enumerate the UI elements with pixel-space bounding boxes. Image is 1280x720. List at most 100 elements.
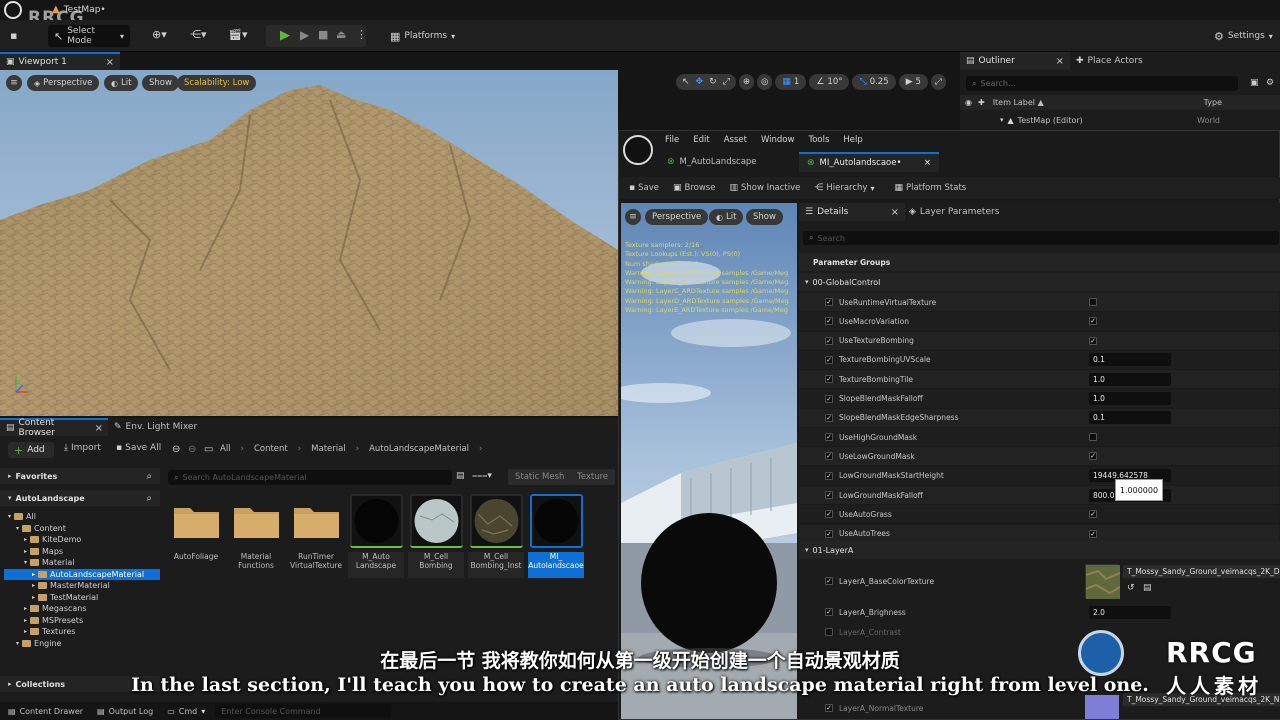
eject-icon[interactable]: ⏏ <box>336 28 346 41</box>
scalability-badge[interactable]: Scalability: Low <box>177 75 257 91</box>
maximize-icon[interactable]: ⤢ <box>930 74 946 90</box>
settings-icon[interactable]: ⚙ <box>1266 78 1274 88</box>
surface-snap-icon[interactable]: ◎ <box>756 74 773 90</box>
chevron-icon[interactable]: ▾ <box>8 513 11 520</box>
breadcrumb-item[interactable]: All <box>220 444 231 454</box>
material-preview-viewport[interactable]: ≡ Perspective ◐ Lit Show Texture sampler… <box>621 203 797 719</box>
breadcrumb-item[interactable]: Content <box>254 444 288 454</box>
browse-button[interactable]: ▣ Browse <box>673 183 715 193</box>
layer-a-brightness-input[interactable]: 2.0 <box>1089 605 1171 619</box>
stop-icon[interactable]: ■ <box>318 28 328 41</box>
parameter-bool-checkbox[interactable]: ✓ <box>1089 510 1097 519</box>
perspective-button[interactable]: ◈ Perspective <box>27 75 100 91</box>
folder-tree-item[interactable]: ▾ Material <box>4 557 160 569</box>
platform-stats-button[interactable]: ▦ Platform Stats <box>894 183 966 193</box>
unreal-logo-icon[interactable] <box>623 135 653 165</box>
breadcrumb-item[interactable]: AutoLandscapeMaterial <box>369 444 469 454</box>
select-tool-icon[interactable]: ↖ <box>682 77 690 87</box>
search-icon[interactable]: ⌕ <box>146 493 152 504</box>
world-space-icon[interactable]: ⊕ <box>738 74 754 90</box>
menu-item[interactable]: Tools <box>808 135 829 145</box>
preview-perspective-button[interactable]: Perspective <box>645 209 709 225</box>
rotate-tool-icon[interactable]: ↻ <box>709 77 717 87</box>
folder-tree-item[interactable]: ▸ AutoLandscapeMaterial <box>4 568 160 580</box>
chevron-icon[interactable]: ▸ <box>32 582 35 589</box>
grid-snap-toggle[interactable]: ▦ 1 <box>775 74 807 90</box>
asset-tile[interactable]: AutoFoliage <box>168 494 224 561</box>
save-search-icon[interactable]: ▤ <box>456 471 465 481</box>
add-folder-icon[interactable]: ▣ <box>1250 78 1259 88</box>
close-icon[interactable]: × <box>1056 56 1064 67</box>
chevron-down-icon[interactable]: ▾ <box>1000 116 1004 124</box>
folder-tree-item[interactable]: ▾ All <box>4 511 160 523</box>
folder-icon[interactable]: ▭ <box>204 444 213 455</box>
scale-tool-icon[interactable]: ⤢ <box>723 77 730 87</box>
menu-item[interactable]: Help <box>843 135 862 145</box>
content-drawer-button[interactable]: ▤ Content Drawer <box>0 707 83 716</box>
console-input[interactable]: Enter Console Command <box>215 704 392 718</box>
project-header[interactable]: ▾ AutoLandscape ⌕ <box>0 490 160 506</box>
platforms-button[interactable]: ▦ Platforms ▾ <box>384 25 461 47</box>
override-checkbox[interactable]: ✓ <box>825 577 833 585</box>
place-actors-tab[interactable]: ✚ Place Actors <box>1072 52 1143 70</box>
browse-folder-icon[interactable]: ▤ <box>1143 583 1152 593</box>
override-checkbox[interactable]: ✓ <box>825 394 833 403</box>
parameter-value-input[interactable]: 0.1 <box>1089 353 1171 367</box>
parameter-value-input[interactable]: 1.0 <box>1089 372 1171 386</box>
chevron-icon[interactable]: ▸ <box>24 628 27 635</box>
override-checkbox[interactable]: ✓ <box>825 510 833 519</box>
close-icon[interactable]: × <box>891 207 899 218</box>
preview-show-button[interactable]: Show <box>746 209 783 225</box>
folder-tree-item[interactable]: ▸ MSPresets <box>4 615 160 627</box>
folder-tree-item[interactable]: ▸ Textures <box>4 626 160 638</box>
asset-tile[interactable]: MI_ Autolandscaoe <box>528 494 584 578</box>
folder-tree-item[interactable]: ▸ MasterMaterial <box>4 580 160 592</box>
hierarchy-button[interactable]: ⋲ Hierarchy ▾ <box>814 183 874 193</box>
visibility-icon[interactable]: ◉ <box>965 98 972 107</box>
breadcrumb-separator-icon[interactable]: › <box>356 444 359 454</box>
texture-asset-picker[interactable]: T_Mossy_Sandy_Ground_veimacqs_2K_D <box>1123 565 1280 578</box>
override-checkbox[interactable]: ✓ <box>825 355 833 364</box>
asset-search[interactable]: ⌕ Search AutoLandscapeMaterial <box>168 470 452 485</box>
chevron-icon[interactable]: ▾ <box>16 525 19 532</box>
favorites-header[interactable]: ▸ Favorites ⌕ <box>0 468 160 484</box>
parameter-value-input[interactable]: 0.1 <box>1089 411 1171 425</box>
override-checkbox[interactable]: ✓ <box>825 704 833 712</box>
override-checkbox[interactable]: ✓ <box>825 298 833 306</box>
outliner-tab[interactable]: ▤ Outliner × <box>960 52 1070 70</box>
parameter-bool-checkbox[interactable] <box>1089 298 1097 306</box>
back-icon[interactable]: ⊖ <box>172 444 180 455</box>
override-checkbox[interactable] <box>825 628 833 636</box>
override-checkbox[interactable]: ✓ <box>825 336 833 345</box>
chevron-icon[interactable]: ▸ <box>32 571 35 578</box>
override-checkbox[interactable]: ✓ <box>825 471 833 480</box>
filter-static-mesh[interactable]: Static Mesh <box>508 469 572 485</box>
parameter-bool-checkbox[interactable]: ✓ <box>1089 452 1097 461</box>
close-icon[interactable]: × <box>106 57 114 68</box>
show-button[interactable]: Show <box>142 75 179 91</box>
add-actor-icon[interactable]: ⊕▾ <box>152 28 167 41</box>
preview-lit-button[interactable]: ◐ Lit <box>709 209 744 225</box>
layer-parameters-tab[interactable]: ◈ Layer Parameters <box>909 203 999 221</box>
show-inactive-button[interactable]: ▥ Show Inactive <box>729 183 800 193</box>
details-tab[interactable]: ☰ Details × <box>799 203 905 221</box>
breadcrumb-separator-icon[interactable]: › <box>298 444 301 454</box>
chevron-icon[interactable]: ▸ <box>24 617 27 624</box>
override-checkbox[interactable]: ✓ <box>825 375 833 384</box>
breadcrumb-separator-icon[interactable]: › <box>479 444 482 454</box>
chevron-icon[interactable]: ▸ <box>32 594 35 601</box>
override-checkbox[interactable]: ✓ <box>825 608 833 616</box>
override-checkbox[interactable]: ✓ <box>825 529 833 538</box>
asset-tile[interactable]: M_Cell Bombing <box>408 494 464 578</box>
override-checkbox[interactable]: ✓ <box>825 317 833 326</box>
normal-texture-thumbnail[interactable] <box>1085 695 1119 719</box>
breadcrumb-item[interactable]: Material <box>311 444 346 454</box>
parameter-bool-checkbox[interactable]: ✓ <box>1089 336 1097 345</box>
chevron-icon[interactable]: ▸ <box>24 548 27 555</box>
folder-tree-item[interactable]: ▸ TestMaterial <box>4 592 160 604</box>
parameter-bool-checkbox[interactable]: ✓ <box>1089 529 1097 538</box>
breadcrumb-separator-icon[interactable]: › <box>241 444 244 454</box>
light-mixer-tab[interactable]: ✎ Env. Light Mixer <box>114 418 197 436</box>
texture-thumbnail[interactable] <box>1085 564 1121 599</box>
override-checkbox[interactable]: ✓ <box>825 433 833 442</box>
